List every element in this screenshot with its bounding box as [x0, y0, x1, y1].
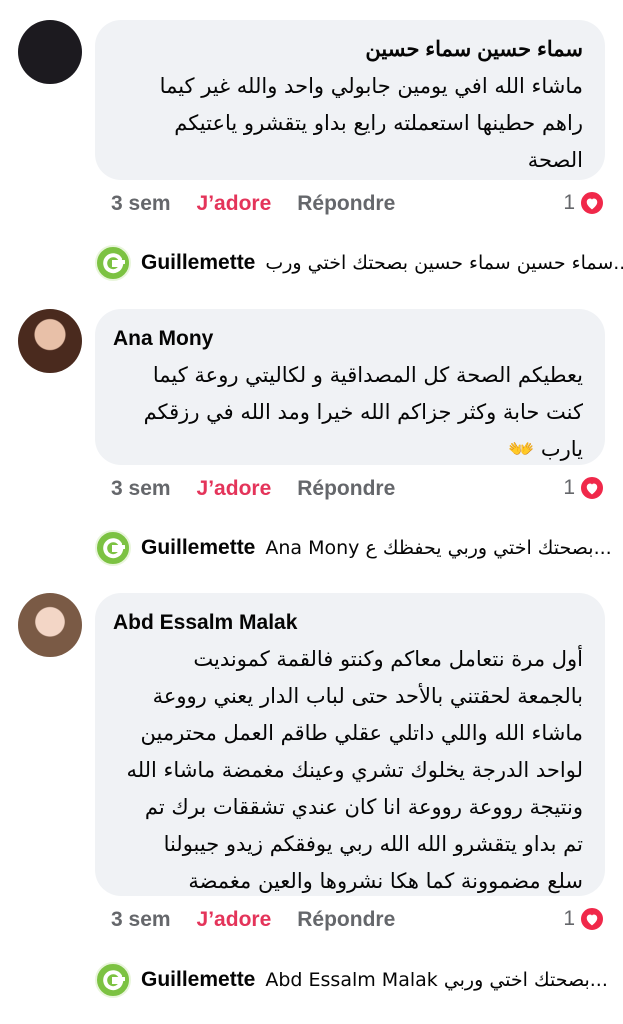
reaction-count: 1: [563, 191, 575, 214]
comment-line: بالجمعة لحقتني بالأحد حتى لباب الدار يعن…: [152, 684, 583, 708]
reply-button[interactable]: Répondre: [297, 192, 395, 216]
comment-bubble: Ana Mony يعطيكم الصحة كل المصداقية و لكا…: [95, 309, 605, 465]
comment-author[interactable]: Abd Essalm Malak: [113, 609, 583, 637]
reaction-count: 1: [563, 907, 575, 930]
comment-line: أول مرة نتعامل معاكم وكنتو فالقمة كموندي…: [193, 647, 583, 671]
reply-preview[interactable]: Guillemette Abd Essalm Malak بصحتك اختي …: [95, 962, 608, 998]
heart-icon: [579, 475, 605, 501]
comment-line: لواحد الدرجة يخلوك تشري وعينك مغمضة ماشا…: [126, 758, 583, 782]
guillemette-logo-icon: [95, 530, 131, 566]
reply-button[interactable]: Répondre: [297, 908, 395, 932]
comment-text: يعطيكم الصحة كل المصداقية و لكاليتي روعة…: [113, 357, 583, 468]
comment-line: يعطيكم الصحة كل المصداقية و لكاليتي روعة…: [152, 363, 583, 387]
comment-author[interactable]: Ana Mony: [113, 325, 583, 353]
reply-author[interactable]: Guillemette: [141, 536, 255, 560]
comment-text: أول مرة نتعامل معاكم وكنتو فالقمة كموندي…: [113, 641, 583, 900]
timestamp[interactable]: 3 sem: [111, 192, 171, 216]
avatar[interactable]: [18, 309, 82, 373]
love-button[interactable]: J’adore: [197, 477, 272, 501]
reply-author[interactable]: Guillemette: [141, 251, 255, 275]
comment-bubble: Abd Essalm Malak أول مرة نتعامل معاكم وك…: [95, 593, 605, 896]
comment-actions: 3 sem J’adore Répondre: [111, 477, 395, 501]
comment-text: ماشاء الله افي يومين جابولي واحد والله غ…: [113, 68, 583, 179]
love-button[interactable]: J’adore: [197, 908, 272, 932]
comment-line: ماشاء الله افي يومين جابولي واحد والله غ…: [159, 74, 583, 98]
comment-actions: 3 sem J’adore Répondre: [111, 192, 395, 216]
guillemette-logo-icon: [95, 962, 131, 998]
reply-snippet: Abd Essalm Malak بصحتك اختي وربي...: [265, 969, 608, 991]
avatar[interactable]: [18, 593, 82, 657]
comment-line: كنت حابة وكثر جزاكم الله خيرا ومد الله ف…: [143, 400, 583, 424]
heart-icon: [579, 906, 605, 932]
timestamp[interactable]: 3 sem: [111, 908, 171, 932]
comment-line: يارب 👐: [508, 437, 583, 461]
comment-line: راهم حطينها استعملته رايع بداو يتقشرو يا…: [174, 111, 583, 135]
reaction-summary[interactable]: 1: [563, 475, 605, 501]
avatar[interactable]: [18, 20, 82, 84]
comment-bubble: سماء حسين سماء حسين ماشاء الله افي يومين…: [95, 20, 605, 180]
comment-line: الصحة: [527, 148, 583, 172]
comment-line: تم بداو يتقشرو الله الله ربي يوفقكم زيدو…: [163, 832, 583, 856]
reply-button[interactable]: Répondre: [297, 477, 395, 501]
reply-author[interactable]: Guillemette: [141, 968, 255, 992]
timestamp[interactable]: 3 sem: [111, 477, 171, 501]
reply-snippet: Ana Mony بصحتك اختي وربي يحفظك ع...: [265, 537, 612, 559]
reaction-summary[interactable]: 1: [563, 906, 605, 932]
comment-line: سلع مضموونة كما هكا نشروها والعين مغمضة: [188, 869, 583, 893]
reaction-summary[interactable]: 1: [563, 190, 605, 216]
heart-icon: [579, 190, 605, 216]
comment-author[interactable]: سماء حسين سماء حسين: [113, 36, 583, 64]
reaction-count: 1: [563, 476, 575, 499]
comment-line: ماشاء الله واللي داتلي عقلي طاقم العمل م…: [140, 721, 583, 745]
reply-preview[interactable]: Guillemette سماء حسين سماء حسين بصحتك اخ…: [95, 245, 623, 281]
reply-snippet: سماء حسين سماء حسين بصحتك اختي ورب...: [265, 252, 623, 274]
love-button[interactable]: J’adore: [197, 192, 272, 216]
reply-preview[interactable]: Guillemette Ana Mony بصحتك اختي وربي يحف…: [95, 530, 612, 566]
comment-line: ونتيجة رووعة رووعة انا كان عندي تشققات ب…: [144, 795, 583, 819]
comment-actions: 3 sem J’adore Répondre: [111, 908, 395, 932]
guillemette-logo-icon: [95, 245, 131, 281]
